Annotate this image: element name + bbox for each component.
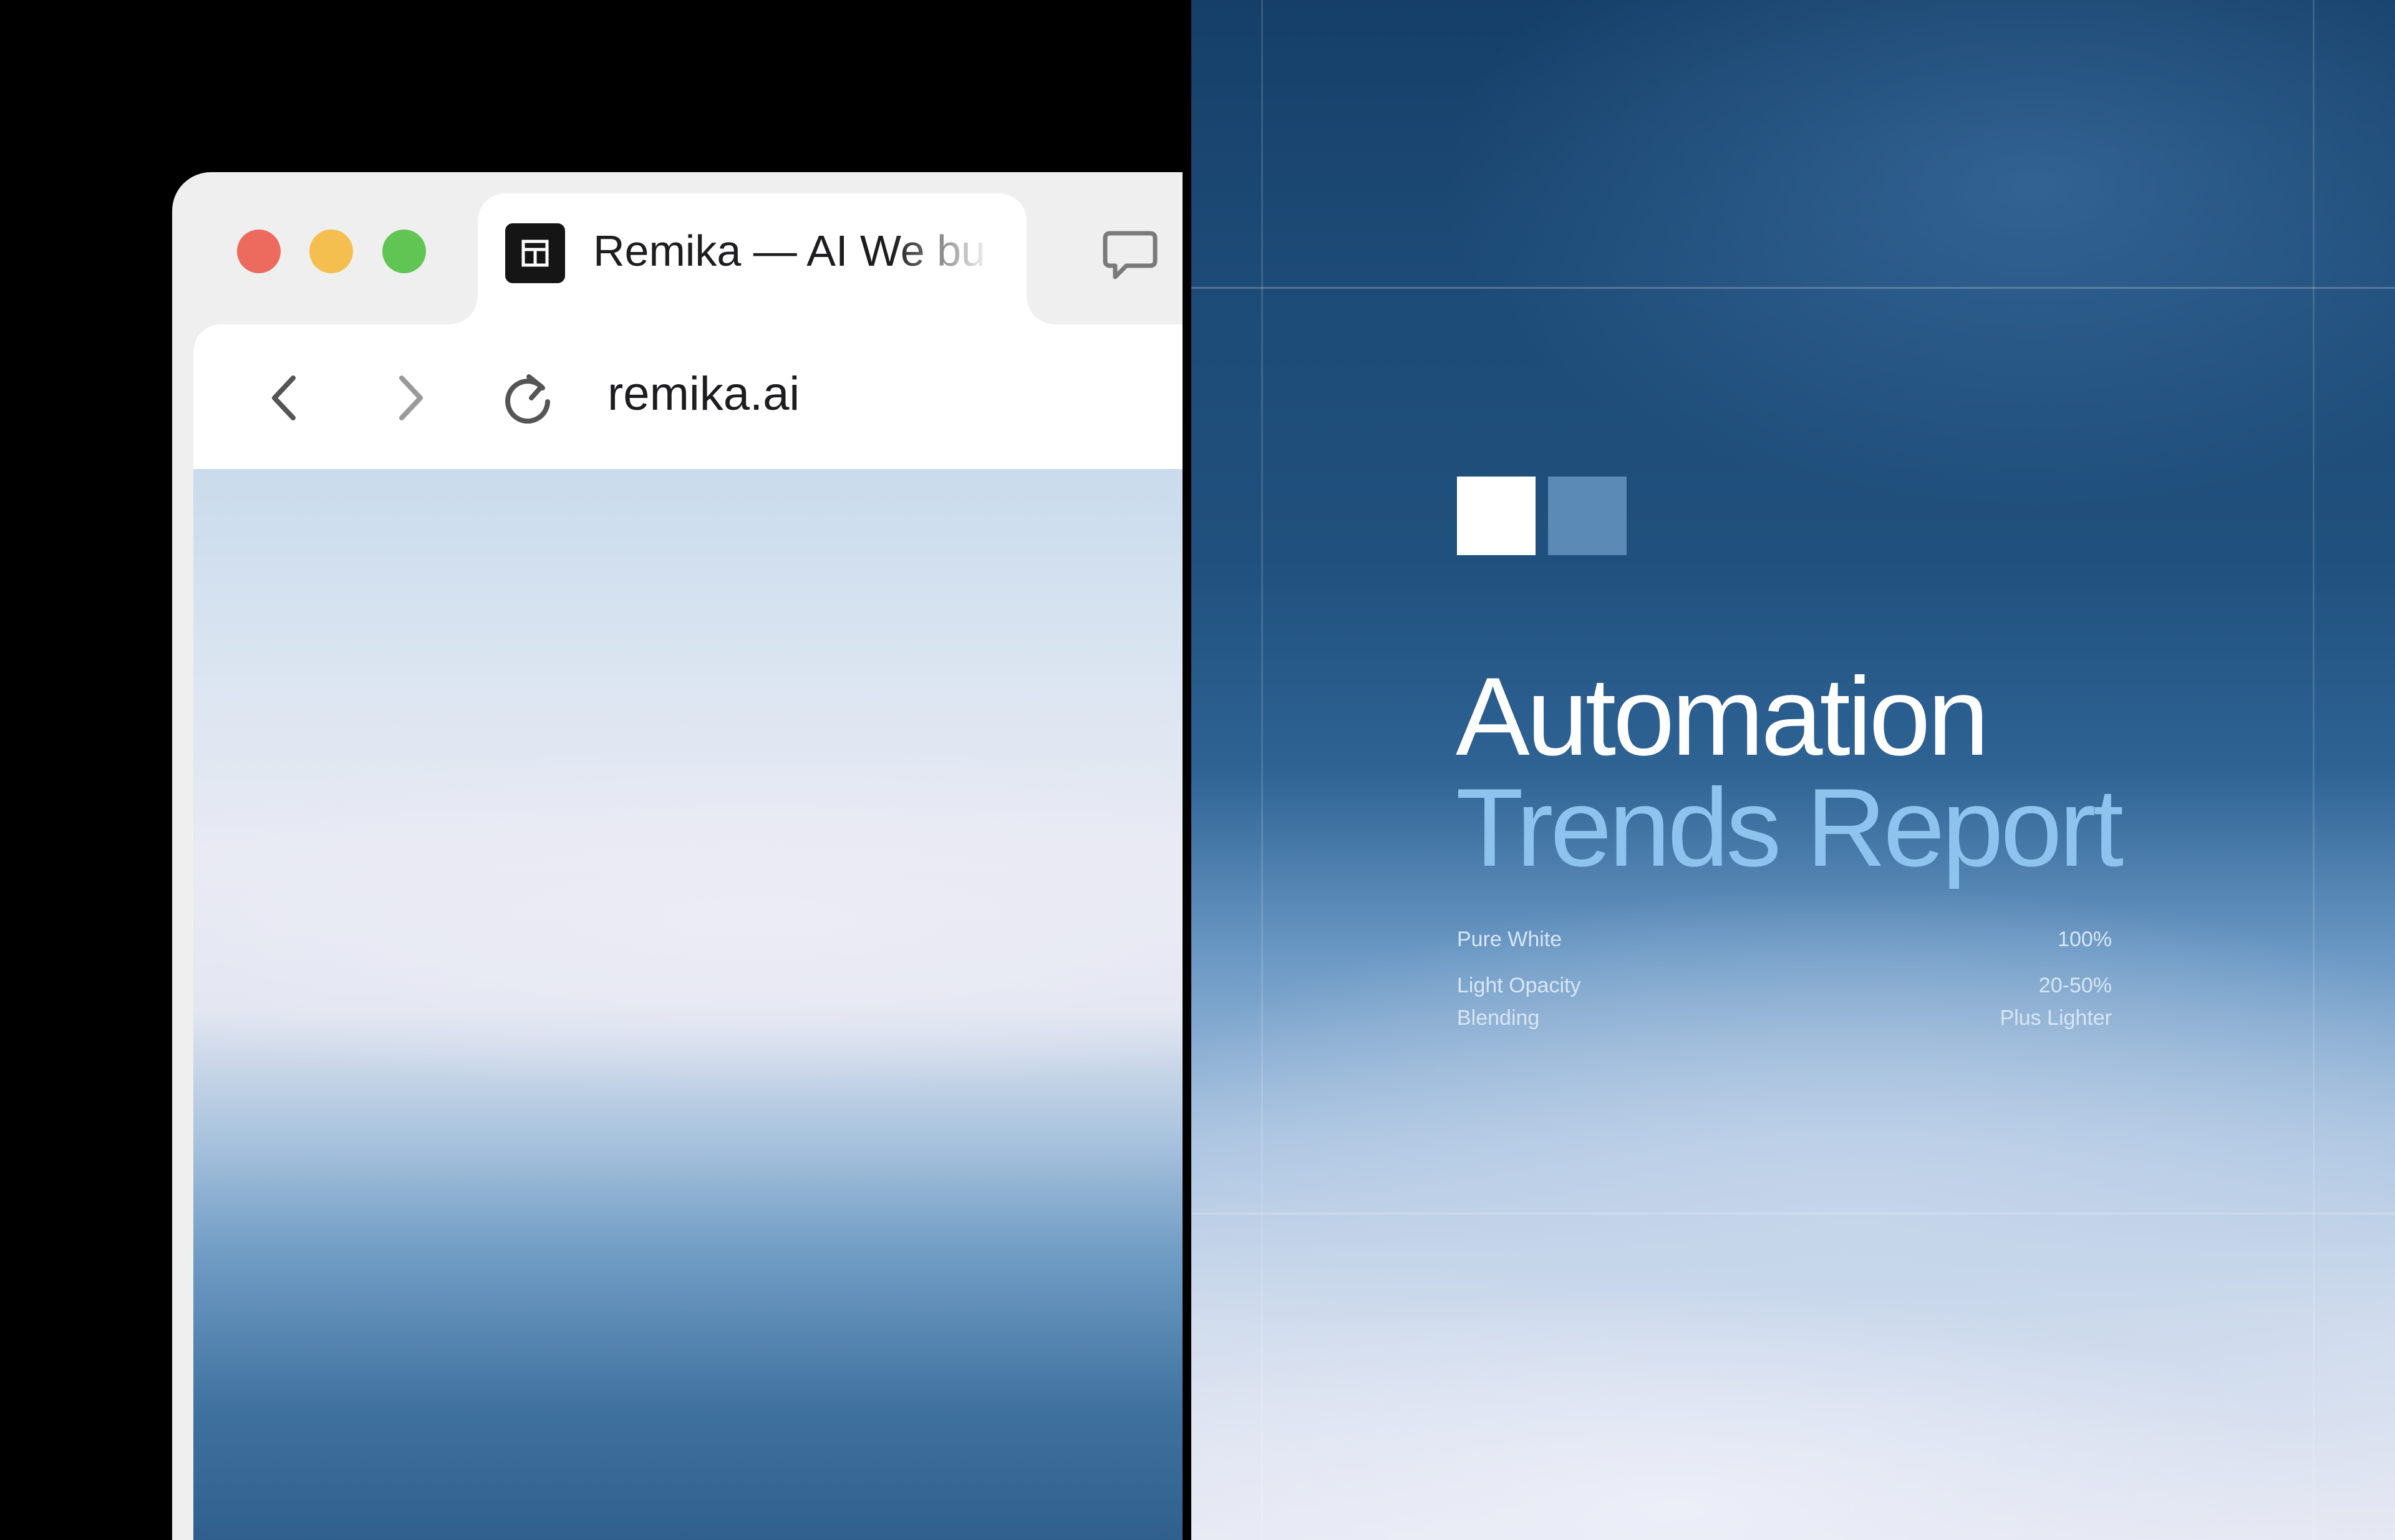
minimize-window-button[interactable] <box>309 230 353 273</box>
tab-title: Remika — AI We bu <box>593 226 985 275</box>
spec-row: Blending Plus Lighter <box>1457 1002 2112 1034</box>
maximize-window-button[interactable] <box>382 230 426 273</box>
page-viewport-gradient <box>193 469 1183 1540</box>
spec-row: Light Opacity 20-50% <box>1457 969 2112 1002</box>
browser-toolbar: remika.ai <box>193 324 1183 469</box>
guide-line-horizontal <box>1191 287 2395 289</box>
reload-icon[interactable] <box>499 369 556 427</box>
report-title-primary: Automation <box>1456 654 1989 778</box>
browser-mockup-panel: Remika — AI We bu remika.ai <box>0 0 1183 1540</box>
chat-bubble-icon[interactable] <box>1101 230 1159 282</box>
report-title-accent: Trends Report <box>1456 765 2124 889</box>
guide-line-horizontal <box>1191 1213 2395 1214</box>
spec-row: Pure White 100% <box>1457 923 2112 956</box>
spec-table: Pure White 100% Light Opacity 20-50% Ble… <box>1457 923 2112 1034</box>
layout-window-icon <box>505 223 565 283</box>
logo-square-tint <box>1548 477 1627 555</box>
spec-label: Blending <box>1457 1006 1540 1030</box>
spec-label: Light Opacity <box>1457 974 1581 997</box>
spec-value: 20-50% <box>2038 974 2112 997</box>
spec-value: 100% <box>2058 927 2112 951</box>
report-cover-panel: Automation Trends Report Pure White 100%… <box>1191 0 2395 1540</box>
spec-value: Plus Lighter <box>2000 1006 2112 1030</box>
chevron-right-icon[interactable] <box>392 373 429 423</box>
browser-tab-active[interactable]: Remika — AI We bu <box>450 193 1054 324</box>
browser-window: Remika — AI We bu remika.ai <box>172 172 1183 1540</box>
chevron-left-icon[interactable] <box>266 373 303 423</box>
logo-square-solid <box>1457 477 1536 555</box>
address-bar[interactable]: remika.ai <box>607 367 800 421</box>
guide-line-vertical <box>1261 0 1263 1540</box>
spec-label: Pure White <box>1457 927 1562 951</box>
guide-line-vertical <box>2313 0 2315 1540</box>
close-window-button[interactable] <box>237 230 281 273</box>
